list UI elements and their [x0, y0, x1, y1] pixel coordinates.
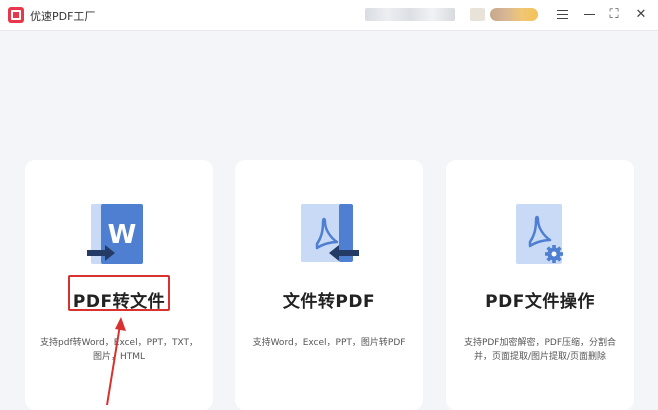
- card-title: 文件转PDF: [282, 292, 376, 312]
- account-info-blurred: [365, 8, 455, 21]
- card-file-to-pdf[interactable]: 文件转PDF 支持Word，Excel，PPT，图片转PDF: [235, 160, 423, 410]
- close-icon: ✕: [635, 7, 647, 22]
- card-pdf-operations[interactable]: PDF文件操作 支持PDF加密解密，PDF压缩，分割合并，页面提取/图片提取/页…: [446, 160, 634, 410]
- vip-badge-blurred[interactable]: [490, 8, 538, 21]
- gear-icon: [545, 245, 563, 263]
- title-bar: 优速PDF工厂 ⛶ ✕: [0, 0, 658, 31]
- file-to-pdf-icon: [301, 204, 359, 262]
- app-logo-icon: [8, 7, 24, 23]
- minimize-icon: [583, 13, 595, 15]
- maximize-button[interactable]: ⛶: [605, 6, 623, 24]
- minimize-button[interactable]: [580, 6, 598, 24]
- close-button[interactable]: ✕: [632, 6, 650, 24]
- app-title: 优速PDF工厂: [30, 10, 96, 23]
- pdf-to-word-icon: W: [87, 204, 143, 264]
- menu-icon: [556, 10, 568, 18]
- word-letter: W: [108, 220, 137, 250]
- highlight-annotation-box: [68, 275, 170, 311]
- card-description: 支持PDF加密解密，PDF压缩，分割合并，页面提取/图片提取/页面删除: [463, 338, 617, 362]
- red-arrow-annotation: [106, 317, 126, 405]
- menu-button[interactable]: [553, 6, 571, 24]
- pdf-operations-icon: [516, 204, 563, 264]
- account-info-blurred-2: [470, 8, 485, 21]
- card-description: 支持Word，Excel，PPT，图片转PDF: [252, 338, 406, 348]
- card-title: PDF文件操作: [485, 292, 595, 312]
- maximize-icon: ⛶: [609, 7, 619, 22]
